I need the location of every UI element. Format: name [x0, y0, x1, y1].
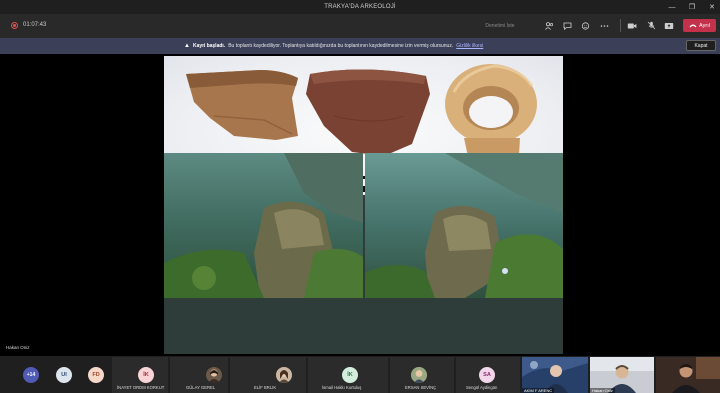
mic-off-icon[interactable]: [645, 20, 657, 31]
participant-avatar: SA: [479, 367, 495, 383]
banner-message: Bu toplantı kaydediliyor. Toplantıya kat…: [228, 43, 454, 49]
underwater-photo-left: [164, 153, 363, 298]
participant-video[interactable]: Hakan Oniz: [590, 357, 654, 393]
banner-heading: Kayıt başladı.: [192, 43, 226, 49]
participant-photo: [276, 367, 292, 383]
reactions-icon[interactable]: [579, 20, 591, 31]
title-bar: TRAKYA'DA ARKEOLOJİ: [0, 0, 720, 14]
participant-name: İNAYET ORDM KORKUT: [117, 385, 165, 390]
warning-icon: ▲: [184, 43, 190, 49]
more-icon[interactable]: [598, 20, 610, 31]
privacy-policy-link[interactable]: Gizlilik ilkesi: [456, 43, 483, 49]
participant-name: GÜLAY GEREL: [186, 385, 216, 390]
participant-name: Sengül Aydingün: [466, 385, 498, 390]
participants-icon[interactable]: [543, 20, 555, 31]
leave-label: Ayrıl: [699, 22, 710, 29]
window-controls: — ❐ ✕: [668, 0, 716, 14]
meeting-timer: 01:07:43: [23, 22, 47, 28]
participant-video[interactable]: [656, 357, 720, 393]
chat-icon[interactable]: [561, 20, 573, 31]
recording-indicator-icon: [11, 22, 18, 29]
request-control-button[interactable]: Denetimi İste: [476, 20, 524, 31]
underwater-photo-right: [365, 153, 563, 298]
window-title: TRAKYA'DA ARKEOLOJİ: [324, 4, 396, 10]
participant-name: İsmail Hakkı Kurtuluş: [322, 385, 362, 390]
presenter-name: Hakan Oniz: [6, 345, 30, 350]
participant-photo: [206, 367, 222, 383]
participant-avatar: İK: [138, 367, 154, 383]
phone-hangup-icon: [689, 24, 697, 28]
participant-name: ELİF BRLIK: [254, 385, 277, 390]
maximize-icon[interactable]: ❐: [688, 3, 696, 11]
close-banner-button[interactable]: Kapat: [686, 40, 716, 51]
participant-avatar[interactable]: UI: [56, 367, 72, 383]
close-window-icon[interactable]: ✕: [708, 3, 716, 11]
share-screen-icon[interactable]: [663, 20, 675, 31]
leave-button[interactable]: Ayrıl: [683, 19, 716, 32]
participant-avatar[interactable]: FD: [88, 367, 104, 383]
participant-avatar: İK: [342, 367, 358, 383]
toolbar-divider: [620, 19, 621, 32]
camera-icon[interactable]: [626, 20, 638, 31]
participant-photo: [411, 367, 427, 383]
participant-video-name: AKİM F ARENC: [522, 388, 555, 393]
more-participants-button[interactable]: +14: [23, 367, 39, 383]
recording-banner-content: ▲ Kayıt başladı. Bu toplantı kaydediliyo…: [184, 38, 483, 54]
minimize-icon[interactable]: —: [668, 4, 676, 11]
participant-video[interactable]: AKİM F ARENC: [522, 357, 588, 393]
meeting-toolbar: [0, 14, 720, 38]
participant-video-name: Hakan Oniz: [590, 388, 615, 393]
participant-name: ERSAN SEVİNÇ: [405, 385, 437, 390]
